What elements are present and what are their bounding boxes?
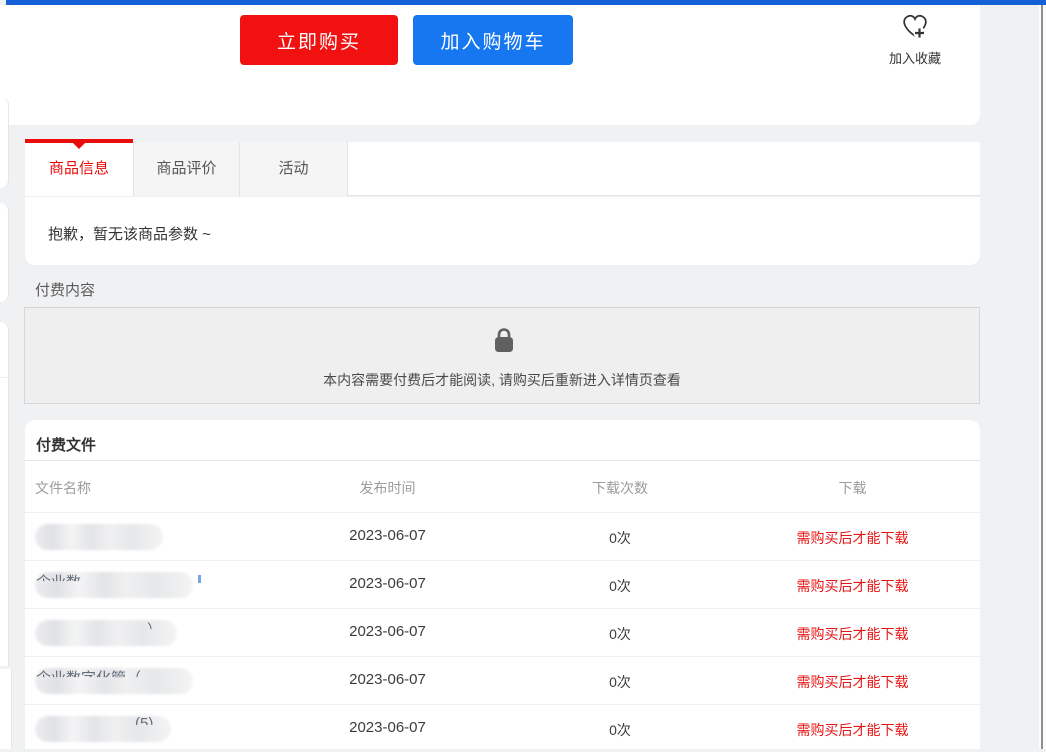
redacted-file-name: ） — [35, 619, 300, 646]
download-link[interactable]: 需购买后才能下载 — [745, 672, 960, 692]
add-favorite-label: 加入收藏 — [875, 48, 955, 67]
file-download-count: 0次 — [495, 672, 745, 692]
file-download-count: 0次 — [495, 720, 745, 740]
table-row: ） 2023-06-07 0次 需购买后才能下载 — [25, 608, 980, 656]
column-header-count: 下载次数 — [495, 478, 745, 498]
paid-files-panel: 付费文件 文件名称 发布时间 下载次数 下载 2023-06-07 0次 需购买… — [25, 420, 980, 749]
tab-activity[interactable]: 活动 — [240, 142, 348, 196]
file-date: 2023-06-07 — [280, 623, 495, 640]
left-panel-edge — [0, 378, 9, 666]
locked-content-panel: 本内容需要付费后才能阅读, 请购买后重新进入详情页查看 — [24, 307, 980, 404]
left-panel-edge — [0, 322, 9, 377]
redacted-file-name: 企业数字化管（ — [35, 667, 300, 694]
column-header-name: 文件名称 — [35, 478, 300, 498]
add-to-cart-button[interactable]: 加入购物车 — [413, 15, 573, 65]
paid-content-title: 付费内容 — [35, 279, 95, 300]
left-panel-edge — [0, 97, 9, 188]
add-favorite-button[interactable]: 加入收藏 — [875, 11, 955, 73]
tab-product-info[interactable]: 商品信息 — [25, 142, 133, 196]
column-header-download: 下载 — [745, 478, 960, 498]
scrollbar-thumb[interactable] — [1041, 0, 1043, 749]
file-download-count: 0次 — [495, 624, 745, 644]
top-blue-bar — [6, 0, 1046, 5]
paid-files-title: 付费文件 — [36, 434, 96, 455]
column-header-date: 发布时间 — [280, 478, 495, 498]
download-link[interactable]: 需购买后才能下载 — [745, 720, 960, 740]
active-tab-notch — [73, 143, 85, 149]
no-params-message: 抱歉，暂无该商品参数 ~ — [48, 223, 211, 244]
file-download-count: 0次 — [495, 576, 745, 596]
left-panel-edge — [0, 203, 9, 302]
table-row: 企业数 2023-06-07 0次 需购买后才能下载 — [25, 560, 980, 608]
file-date: 2023-06-07 — [280, 671, 495, 688]
table-row: 2023-06-07 0次 需购买后才能下载 — [25, 512, 980, 560]
locked-content-message: 本内容需要付费后才能阅读, 请购买后重新进入详情页查看 — [25, 370, 979, 390]
file-date: 2023-06-07 — [280, 575, 495, 592]
tab-product-reviews[interactable]: 商品评价 — [133, 142, 240, 196]
lock-icon — [492, 326, 516, 359]
download-link[interactable]: 需购买后才能下载 — [745, 576, 960, 596]
redacted-file-name: 企业数 — [35, 571, 300, 598]
redacted-file-name: (5) — [35, 715, 300, 742]
product-tabs: 商品信息 商品评价 活动 — [25, 142, 980, 196]
product-params-panel: 抱歉，暂无该商品参数 ~ — [25, 197, 980, 265]
table-row: (5) 2023-06-07 0次 需购买后才能下载 — [25, 704, 980, 752]
buy-now-button[interactable]: 立即购买 — [240, 15, 398, 65]
files-table-header: 文件名称 发布时间 下载次数 下载 — [25, 460, 980, 512]
heart-plus-icon — [898, 28, 932, 45]
file-download-count: 0次 — [495, 528, 745, 548]
download-link[interactable]: 需购买后才能下载 — [745, 624, 960, 644]
file-date: 2023-06-07 — [280, 527, 495, 544]
file-date: 2023-06-07 — [280, 719, 495, 736]
redacted-file-name — [35, 523, 300, 550]
table-row: 企业数字化管（ 2023-06-07 0次 需购买后才能下载 — [25, 656, 980, 704]
download-link[interactable]: 需购买后才能下载 — [745, 528, 960, 548]
product-action-section: 立即购买 加入购物车 加入收藏 — [0, 5, 980, 125]
left-panel-edge — [0, 669, 12, 749]
